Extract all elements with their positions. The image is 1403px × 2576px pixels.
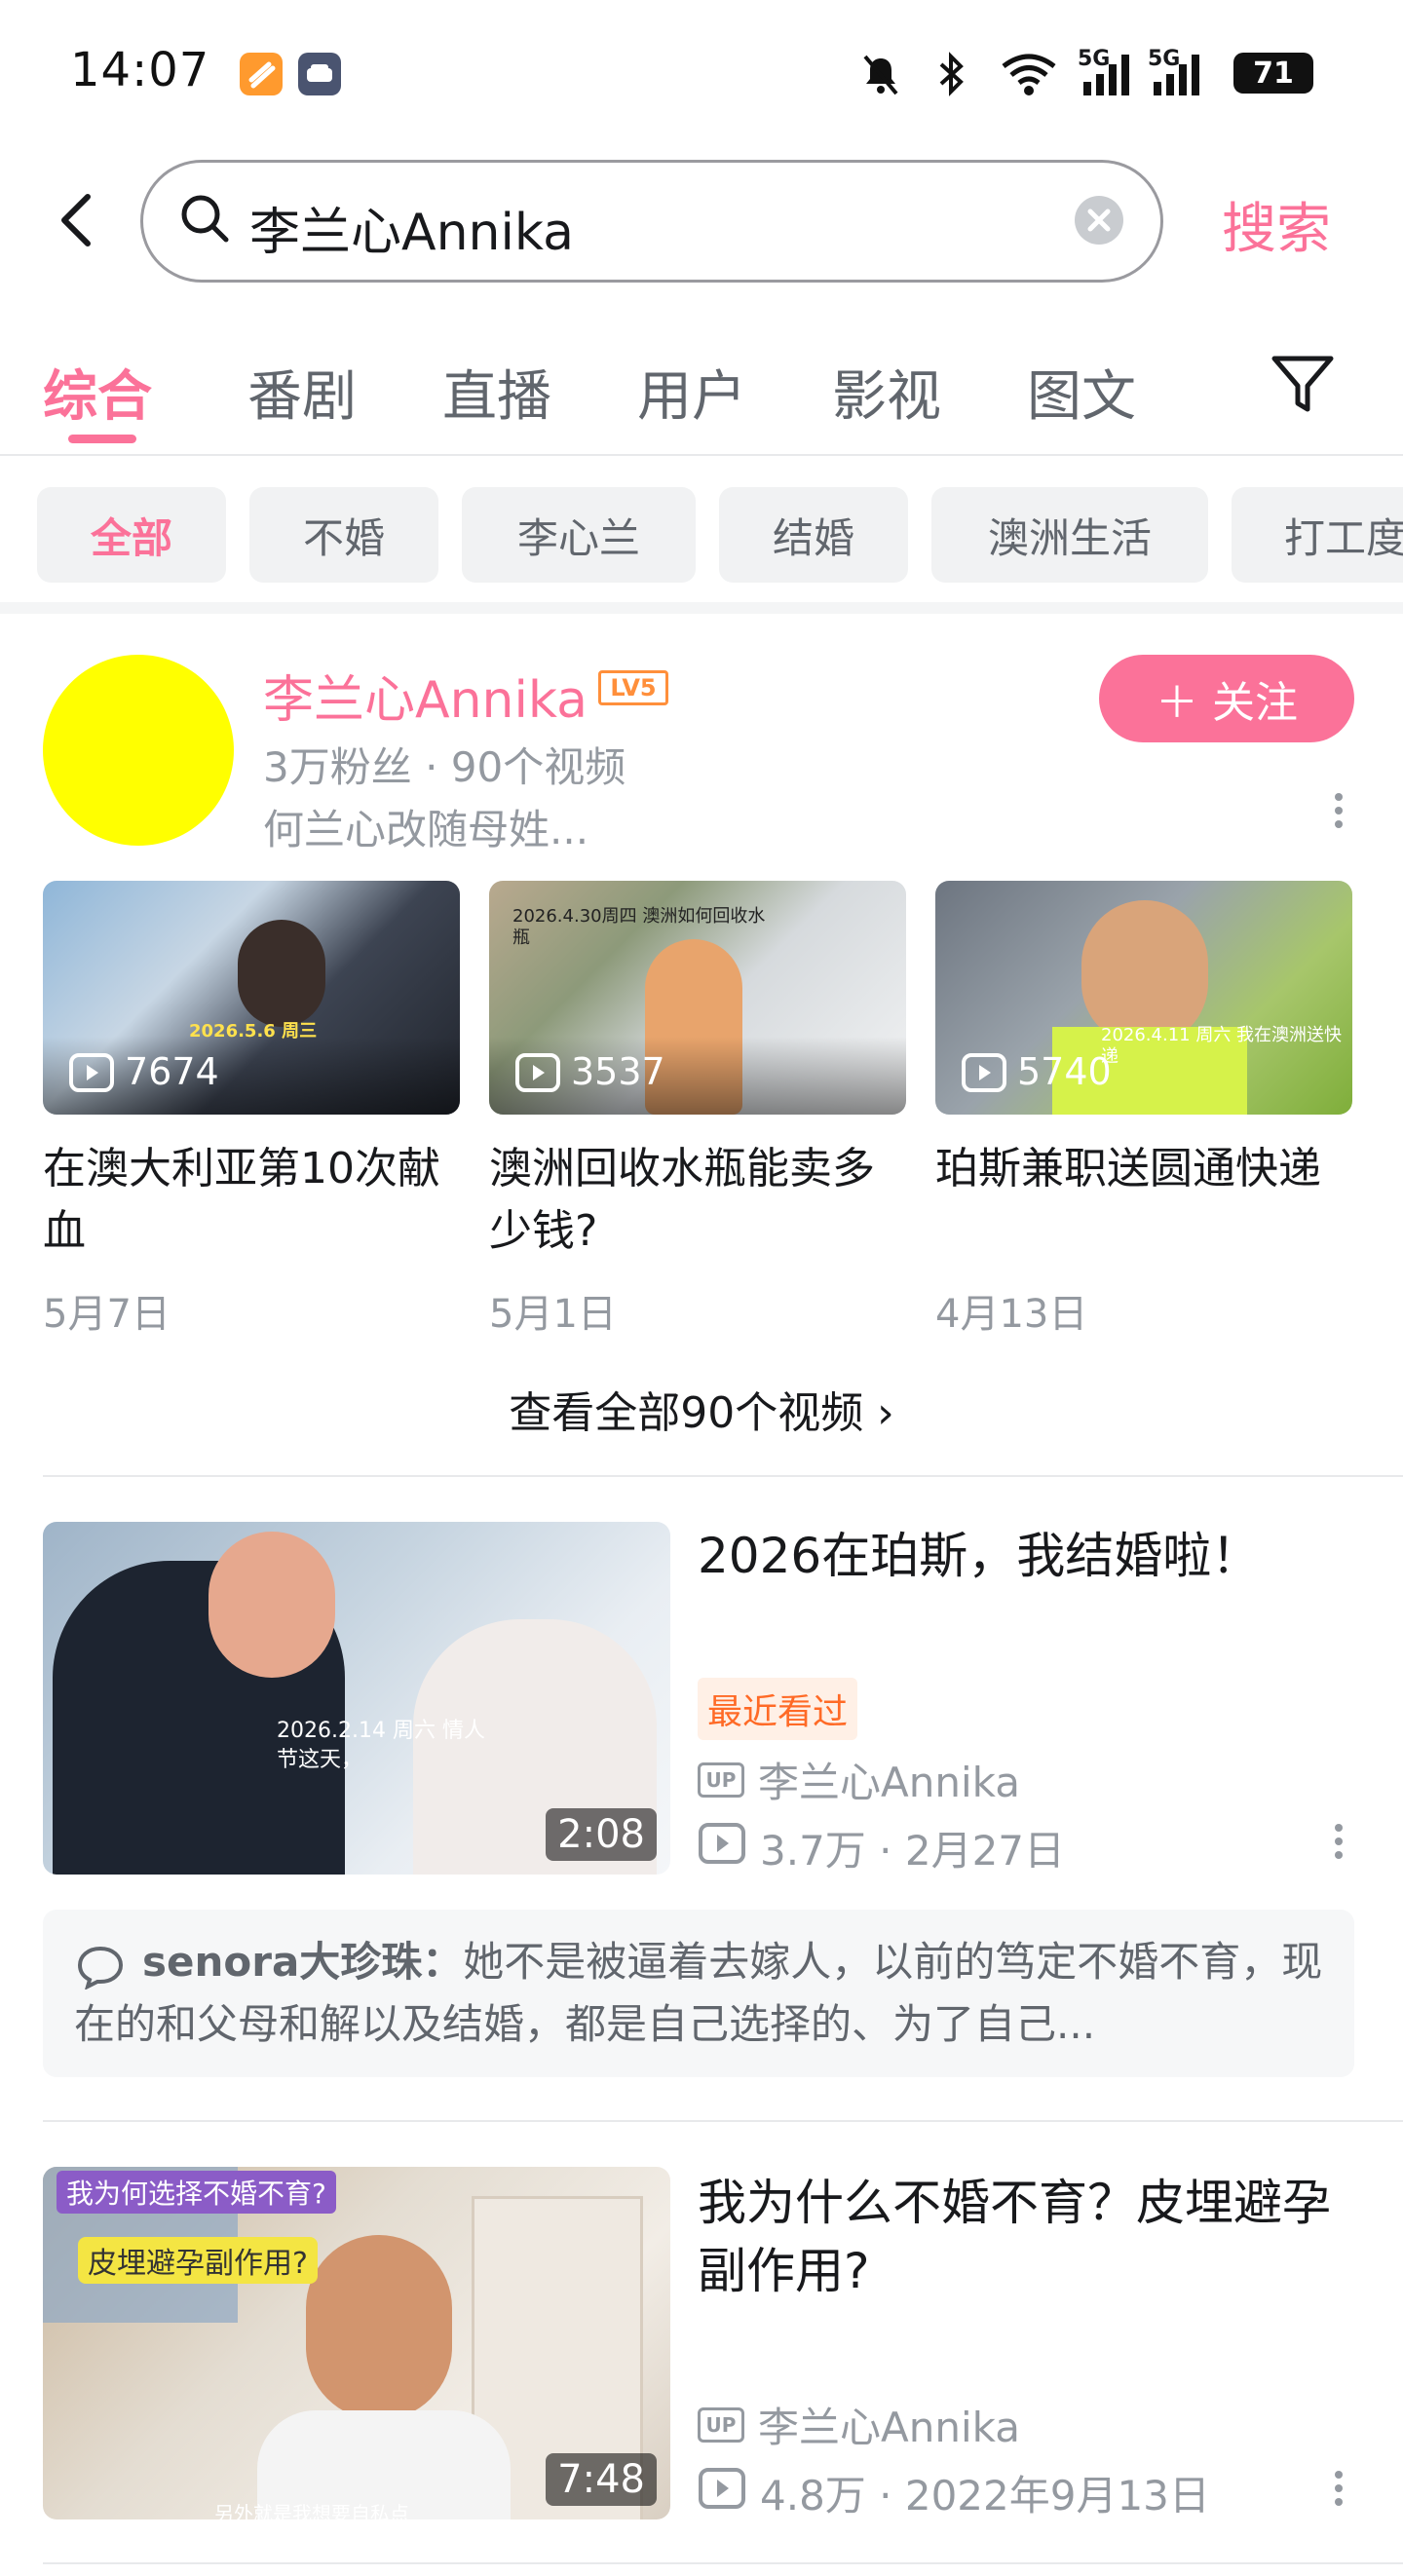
play-icon [698,2467,746,2519]
filter-icon[interactable] [1270,355,1335,419]
tab-user[interactable]: 用户 [637,353,746,432]
row-divider [43,1475,1403,1477]
search-query[interactable]: 李兰心Annika [249,191,574,264]
battery-level: 71 [1253,56,1294,91]
clear-search-icon[interactable] [1074,195,1124,249]
stats-row: 4.8万 · 2022年9月13日 [698,2463,1210,2522]
user-meta: 3万粉丝 · 90个视频 [263,743,626,791]
search-button[interactable]: 搜索 [1222,185,1331,264]
app-notification-icon [240,53,283,95]
mute-bell-icon [857,51,904,97]
tab-bangumi[interactable]: 番剧 [247,353,357,432]
play-count: 3537 [571,1050,665,1093]
thumb-overlay: 2026.4.30周四 澳洲如何回收水瓶 [512,906,766,948]
up-badge-icon: UP [698,1762,744,1798]
tab-film[interactable]: 影视 [832,353,941,432]
play-count: 7674 [125,1050,219,1093]
play-count-icon [68,1052,115,1097]
play-count: 5740 [1017,1050,1112,1093]
video-title[interactable]: 我为什么不婚不育？皮埋避孕副作用? [698,2169,1341,2305]
more-options-icon[interactable] [1335,2471,1345,2512]
chip-li-xinlan[interactable]: 李心兰 [462,487,696,583]
video-thumbnail[interactable]: 2026.5.6 周三 7674 [43,881,460,1115]
play-count-icon [961,1052,1007,1097]
chip-working-holiday[interactable]: 打工度 [1232,487,1403,583]
thumb-figure [238,920,325,1027]
play-icon [698,1822,746,1875]
more-options-icon[interactable] [1335,1824,1345,1865]
recently-watched-badge: 最近看过 [698,1678,858,1740]
video-stats: 3.7万 · 2月27日 [760,1827,1066,1875]
comment-text: senora大珍珠：她不是被逼着去嫁人，以前的笃定不婚不育，现在的和父母和解以及… [74,1931,1331,2056]
comment-user: senora大珍珠： [142,1938,464,1986]
tabs-divider [0,454,1403,456]
thumb-overlay: 2026.2.14 周六 情人节这天， [277,1719,485,1772]
follow-button[interactable]: ＋ 关注 [1099,655,1354,742]
video-title[interactable]: 在澳大利亚第10次献血 [43,1138,462,1263]
chip-marriage[interactable]: 结婚 [719,487,908,583]
tab-all[interactable]: 综合 [43,353,152,432]
stats-row: 3.7万 · 2月27日 [698,1818,1065,1877]
row-divider [43,2562,1403,2564]
video-thumbnail[interactable]: 我为何选择不婚不育? 皮埋避孕副作用? 另外就是我想要自私点 7:48 [43,2167,670,2519]
cellular-signal-icon-1 [1081,51,1136,97]
tab-active-indicator [68,435,136,443]
cellular-signal-icon-2 [1152,51,1206,97]
video-date: 5月7日 [43,1292,171,1337]
video-thumbnail[interactable]: 2026.2.14 周六 情人节这天， 2:08 [43,1522,670,1875]
tab-article[interactable]: 图文 [1027,353,1136,432]
author-row[interactable]: UP 李兰心Annika [698,2395,1020,2454]
video-date: 5月1日 [489,1292,617,1337]
author-row[interactable]: UP 李兰心Annika [698,1750,1020,1809]
chip-all[interactable]: 全部 [37,487,226,583]
row-divider [43,2120,1403,2122]
up-badge-icon: UP [698,2406,744,2443]
video-title[interactable]: 澳洲回收水瓶能卖多少钱? [489,1138,908,1263]
video-date: 4月13日 [935,1292,1088,1337]
car-app-icon [298,53,341,95]
see-all-videos-link[interactable]: 查看全部90个视频 › [0,1378,1403,1440]
level-badge: LV5 [598,670,668,705]
user-avatar[interactable] [43,655,234,846]
video-title[interactable]: 珀斯兼职送圆通快递 [935,1138,1354,1200]
video-duration: 2:08 [546,1808,657,1861]
status-time: 14:07 [70,43,210,97]
video-thumbnail[interactable]: 2026.4.11 周六 我在澳洲送快递 5740 [935,881,1352,1115]
thumb-face [306,2235,452,2420]
search-icon [179,193,232,249]
video-duration: 7:48 [546,2453,657,2506]
play-count-icon [514,1052,561,1097]
author-name: 李兰心Annika [758,2404,1020,2451]
user-name[interactable]: 李兰心Annika [263,659,588,732]
thumb-overlay-mid: 皮埋避孕副作用? [78,2237,318,2284]
video-stats: 4.8万 · 2022年9月13日 [760,2472,1210,2519]
video-thumbnail[interactable]: 2026.4.30周四 澳洲如何回收水瓶 3537 [489,881,906,1115]
back-arrow-icon[interactable] [57,191,95,249]
thumb-overlay: 2026.4.11 周六 我在澳洲送快递 [1101,1025,1343,1067]
thumb-subtitle: 另外就是我想要自私点 [214,2502,409,2519]
bluetooth-icon [928,51,974,97]
user-desc: 何兰心改随母姓... [263,806,589,853]
thumb-face [209,1532,335,1678]
chip-australia-life[interactable]: 澳洲生活 [931,487,1208,583]
thumb-overlay-top: 我为何选择不婚不育? [57,2171,336,2214]
tab-live[interactable]: 直播 [442,353,551,432]
chip-no-marriage[interactable]: 不婚 [249,487,438,583]
video-title[interactable]: 2026在珀斯，我结婚啦！ [698,1522,1341,1590]
author-name: 李兰心Annika [758,1759,1020,1806]
more-options-icon[interactable] [1335,793,1345,834]
section-divider [0,602,1403,614]
battery-icon: 71 [1233,53,1313,94]
wifi-icon [1000,51,1058,97]
